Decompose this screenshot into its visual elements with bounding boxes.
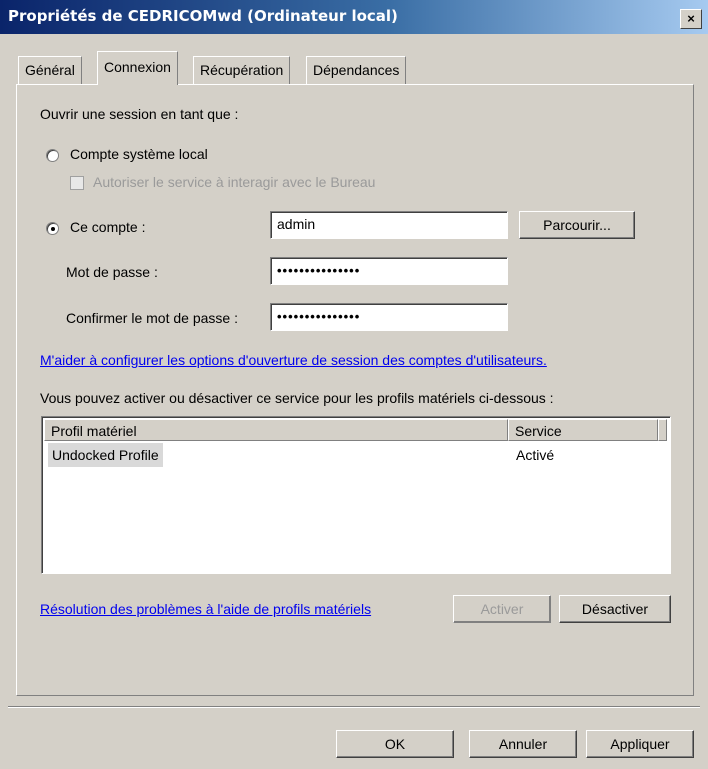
disable-button[interactable]: Désactiver [559, 595, 671, 623]
column-header-filler [658, 419, 667, 441]
logon-heading: Ouvrir une session en tant que : [40, 106, 239, 122]
this-account-label[interactable]: Ce compte : [70, 219, 145, 235]
tab-general[interactable]: Général [18, 56, 82, 86]
profile-cell: Undocked Profile [48, 443, 163, 467]
service-cell: Activé [516, 447, 555, 463]
desktop-interact-checkbox[interactable] [70, 176, 84, 190]
column-header-service[interactable]: Service [508, 419, 658, 441]
tab-dependances[interactable]: Dépendances [306, 56, 407, 86]
confirm-password-label: Confirmer le mot de passe : [66, 310, 238, 326]
tab-recuperation[interactable]: Récupération [193, 56, 291, 86]
apply-button[interactable]: Appliquer [586, 730, 694, 758]
troubleshoot-link[interactable]: Résolution des problèmes à l'aide de pro… [40, 601, 371, 617]
radio-selected-dot [51, 227, 55, 231]
local-system-label[interactable]: Compte système local [70, 146, 208, 162]
enable-button[interactable]: Activer [453, 595, 551, 623]
footer-separator [8, 706, 700, 708]
cancel-button[interactable]: Annuler [469, 730, 577, 758]
confirm-password-input[interactable]: ••••••••••••••• [270, 303, 508, 331]
this-account-radio[interactable] [46, 222, 59, 235]
account-input[interactable]: admin [270, 211, 508, 239]
local-system-radio[interactable] [46, 149, 59, 162]
window-title: Propriétés de CEDRICOMwd (Ordinateur loc… [8, 7, 398, 25]
logon-help-link[interactable]: M'aider à configurer les options d'ouver… [40, 352, 547, 368]
table-row[interactable]: Undocked Profile Activé [44, 443, 664, 467]
desktop-interact-label: Autoriser le service à interagir avec le… [93, 174, 376, 190]
hardware-intro: Vous pouvez activer ou désactiver ce ser… [40, 390, 554, 406]
password-input[interactable]: ••••••••••••••• [270, 257, 508, 285]
close-icon[interactable]: × [680, 9, 702, 29]
password-label: Mot de passe : [66, 264, 158, 280]
hardware-profiles-list[interactable]: Profil matériel Service Undocked Profile… [41, 416, 671, 574]
browse-button[interactable]: Parcourir... [519, 211, 635, 239]
column-header-profile[interactable]: Profil matériel [44, 419, 508, 441]
ok-button[interactable]: OK [336, 730, 454, 758]
tab-connexion[interactable]: Connexion [97, 51, 178, 85]
title-bar[interactable]: Propriétés de CEDRICOMwd (Ordinateur loc… [0, 0, 708, 34]
